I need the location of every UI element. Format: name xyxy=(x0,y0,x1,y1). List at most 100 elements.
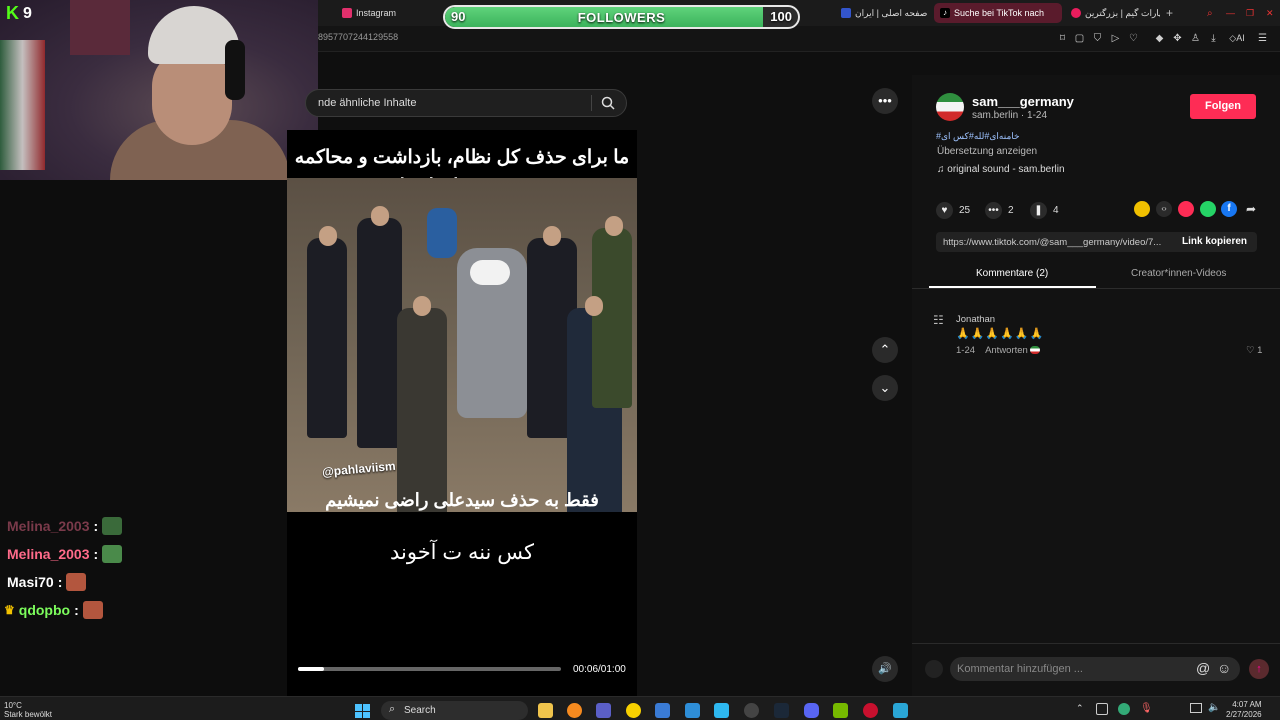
search-input[interactable]: nde ähnliche Inhalte xyxy=(305,89,627,117)
comment-input-placeholder: Kommentar hinzufügen ... xyxy=(957,663,1083,675)
comment-icon[interactable]: ••• xyxy=(985,202,1002,219)
opera-icon[interactable] xyxy=(863,703,878,718)
browser-icon[interactable] xyxy=(567,703,582,718)
volume-icon[interactable]: 🔊 xyxy=(872,656,898,682)
tab-tiktok[interactable]: ♪ Suche bei TikTok nach xyxy=(934,3,1062,23)
weather-widget[interactable]: 10°C Stark bewölkt xyxy=(4,701,52,719)
bookmark-icon[interactable]: ❚ xyxy=(1030,202,1047,219)
tab-aparat[interactable]: آپارات گیم | بزرگترین xyxy=(1065,3,1160,23)
close-icon[interactable]: ✕ xyxy=(1260,3,1276,23)
video-link[interactable]: https://www.tiktok.com/@sam___germany/vi… xyxy=(943,237,1173,248)
extension-icon[interactable]: ◆ xyxy=(1154,33,1165,44)
shield-icon[interactable]: ⛉ xyxy=(1092,33,1103,44)
display-icon[interactable] xyxy=(1190,703,1202,713)
send-icon[interactable] xyxy=(1178,201,1194,217)
video-caption-overlay: کس ننه ت آخوند xyxy=(389,541,535,564)
avatar[interactable] xyxy=(936,93,964,121)
search-icon[interactable] xyxy=(601,96,615,110)
post-subline: sam.berlin · 1-24 xyxy=(972,110,1048,121)
tab-creator-videos[interactable]: Creator*innen-Videos xyxy=(1131,268,1226,279)
copy-link-button[interactable]: Link kopieren xyxy=(1182,236,1247,247)
maximize-icon[interactable]: ❐ xyxy=(1240,3,1256,23)
emoji-icon[interactable]: ☺ xyxy=(1217,660,1231,676)
save-stat[interactable]: ❚ 4 xyxy=(1030,202,1059,219)
taskbar-search[interactable]: ⌕ Search xyxy=(381,701,528,720)
turban xyxy=(470,260,510,285)
kick-logo-icon: K xyxy=(6,3,19,23)
translate-link[interactable]: Übersetzung anzeigen xyxy=(937,146,1037,157)
post-hashtags[interactable]: #خامنه‌ای#لله#کس ای xyxy=(936,131,1020,142)
webcam-overlay xyxy=(0,0,318,180)
profile-icon[interactable]: ♙ xyxy=(1190,33,1201,44)
send-comment-button[interactable]: ↑ xyxy=(1249,659,1269,679)
followers-label: FOLLOWERS xyxy=(577,10,666,25)
system-tray-chevron-icon[interactable]: ⌃ xyxy=(1076,703,1084,714)
more-options-button[interactable]: ••• xyxy=(872,88,898,114)
microphone-icon[interactable]: 🎙 xyxy=(1140,703,1153,714)
like-count: 25 xyxy=(959,205,971,216)
file-explorer-icon[interactable] xyxy=(538,703,553,718)
heart-icon[interactable]: ♡ xyxy=(1128,33,1139,44)
tab-comments[interactable]: Kommentare (2) xyxy=(976,268,1048,279)
whatsapp-icon[interactable] xyxy=(1200,201,1216,217)
url-text[interactable]: 895770724412955​8 xyxy=(318,32,398,42)
tab-instagram[interactable]: Instagram xyxy=(336,3,426,23)
discord-icon[interactable] xyxy=(804,703,819,718)
sound-link[interactable]: ♫ original sound - sam.berlin xyxy=(937,164,1065,175)
tab-iran[interactable]: صفحه اصلی | ایران xyxy=(835,3,933,23)
like-stat[interactable]: ♥ 25 xyxy=(936,202,970,219)
video-progress-bar[interactable] xyxy=(298,667,561,671)
follow-button[interactable]: Folgen xyxy=(1190,94,1256,119)
frame-icon[interactable]: ▢ xyxy=(1074,33,1085,44)
search-icon: ⌕ xyxy=(389,703,396,715)
mention-icon[interactable]: @ xyxy=(1196,660,1210,676)
coin-share-icon[interactable] xyxy=(1134,201,1150,217)
windows-start-icon[interactable] xyxy=(355,704,370,718)
facebook-icon[interactable]: f xyxy=(1221,201,1237,217)
tray-app-icon[interactable] xyxy=(1096,703,1108,715)
github-icon[interactable] xyxy=(744,703,759,718)
app-icon[interactable] xyxy=(685,703,700,718)
store-icon[interactable] xyxy=(655,703,670,718)
nvidia-icon[interactable] xyxy=(833,703,848,718)
app-icon[interactable] xyxy=(626,703,641,718)
puzzle-icon[interactable]: ✥ xyxy=(1172,33,1183,44)
heart-icon[interactable]: ♥ xyxy=(936,202,953,219)
comment-count: 2 xyxy=(1008,205,1014,216)
comment-stat[interactable]: ••• 2 xyxy=(985,202,1014,219)
followers-goal: 100 xyxy=(770,9,792,24)
commenter-avatar[interactable]: ☷ xyxy=(933,313,949,331)
speaker-icon[interactable]: 🔈 xyxy=(1208,702,1220,713)
post-username[interactable]: sam___germany xyxy=(972,94,1074,109)
wall-poster xyxy=(70,0,130,55)
blue-figure xyxy=(427,208,457,258)
steam-icon[interactable] xyxy=(774,703,789,718)
new-tab-button[interactable]: + xyxy=(1160,3,1180,23)
minimize-icon[interactable]: — xyxy=(1220,3,1236,23)
reply-button[interactable]: Antworten xyxy=(985,345,1028,356)
chat-separator: : xyxy=(74,602,79,618)
search-tabs-icon[interactable]: ⌕ xyxy=(1201,3,1217,23)
menu-icon[interactable]: ☰ xyxy=(1257,33,1268,44)
taskbar-clock[interactable]: 4:07 AM 2/27/2026 xyxy=(1226,700,1262,720)
chat-username: Melina_2003 xyxy=(7,546,90,562)
share-arrow-icon[interactable]: ➦ xyxy=(1243,201,1259,217)
bookmark-icon[interactable]: ⌑ xyxy=(1057,33,1068,44)
app-icon[interactable] xyxy=(714,703,729,718)
comment-like[interactable]: ♡ 1 xyxy=(1246,345,1262,356)
tray-app-icon[interactable] xyxy=(1118,703,1130,715)
telegram-icon[interactable] xyxy=(893,703,908,718)
next-video-button[interactable]: ⌄ xyxy=(872,375,898,401)
commenter-name[interactable]: Jonathan xyxy=(956,314,995,325)
previous-video-button[interactable]: ⌃ xyxy=(872,337,898,363)
taskbar-search-label: Search xyxy=(404,705,436,716)
embed-icon[interactable]: ‹› xyxy=(1156,201,1172,217)
comment-date: 1-24 xyxy=(956,345,976,356)
ai-icon[interactable]: ◇AI xyxy=(1226,33,1248,44)
tiktok-icon: ♪ xyxy=(940,8,950,18)
teams-icon[interactable] xyxy=(596,703,611,718)
chat-username: Melina_2003 xyxy=(7,518,90,534)
play-icon[interactable]: ▷ xyxy=(1110,33,1121,44)
download-icon[interactable]: ⤓ xyxy=(1208,33,1219,44)
comment-text: 🙏🙏🙏🙏🙏🙏 xyxy=(956,328,1045,340)
